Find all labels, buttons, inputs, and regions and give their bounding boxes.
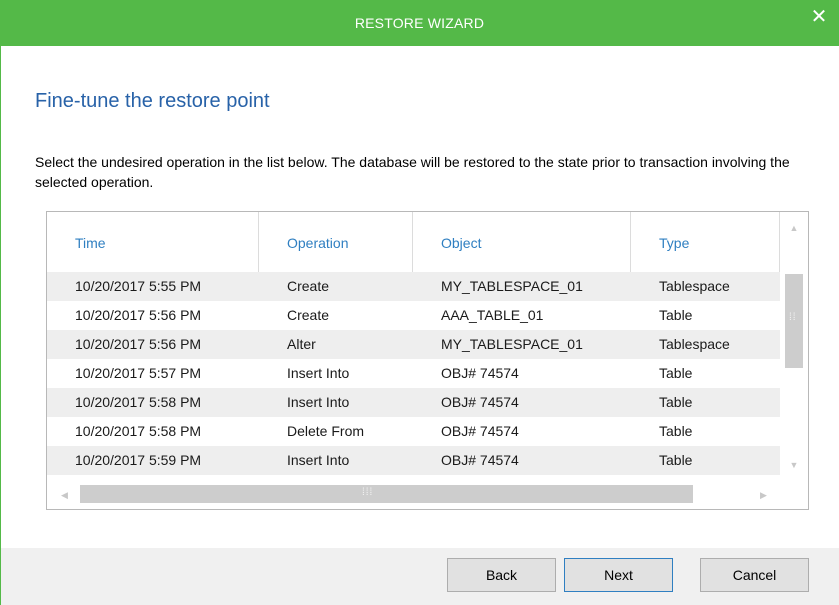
horizontal-scrollbar[interactable]: ◀ ⁞⁞⁞ ▶ — [47, 481, 780, 509]
window-border — [0, 46, 1, 605]
table-row[interactable]: 10/20/2017 5:56 PM Alter MY_TABLESPACE_01 T… — [47, 330, 780, 359]
cell-operation: Delete From — [287, 423, 365, 439]
cell-operation: Insert Into — [287, 394, 350, 410]
column-header-operation[interactable]: Operation — [259, 212, 413, 272]
cell-object: OBJ# 74574 — [441, 365, 519, 381]
table-row[interactable]: 10/20/2017 5:55 PM Create MY_TABLESPACE_01… — [47, 272, 780, 301]
table-row[interactable]: 10/20/2017 5:57 PM Insert Into OBJ# 74574 T… — [47, 359, 780, 388]
cell-type: Tablespace — [659, 278, 730, 294]
cell-operation: Alter — [287, 336, 316, 352]
table-row[interactable]: 10/20/2017 5:58 PM Insert Into OBJ# 74574 T… — [47, 388, 780, 417]
cell-type: Table — [659, 452, 693, 468]
cell-type: Table — [659, 423, 693, 439]
table-header: Time Operation Object Type — [47, 212, 780, 272]
cell-time: 10/20/2017 5:58 PM — [75, 423, 202, 439]
next-button[interactable]: Next — [564, 558, 673, 592]
title-bar: RESTORE WIZARD ✕ — [0, 0, 839, 46]
cell-type: Table — [659, 365, 693, 381]
cell-time: 10/20/2017 5:58 PM — [75, 394, 202, 410]
cell-type: Table — [659, 394, 693, 410]
table-row[interactable]: 10/20/2017 5:56 PM Create AAA_TABLE_01 Tabl… — [47, 301, 780, 330]
vertical-scroll-thumb[interactable]: ⁞⁞ — [785, 274, 803, 368]
window-title: RESTORE WIZARD — [354, 15, 485, 31]
column-header-object[interactable]: Object — [413, 212, 631, 272]
page-title: Fine-tune the restore point — [35, 90, 270, 112]
back-button[interactable]: Back — [447, 558, 556, 592]
restore-wizard-window: RESTORE WIZARD ✕ Fine-tune the restore p… — [0, 0, 839, 605]
cell-operation: Insert Into — [287, 365, 350, 381]
cell-object: AAA_TABLE_01 — [441, 307, 544, 323]
grip-icon: ⁞⁞⁞ — [362, 487, 374, 498]
cell-time: 10/20/2017 5:56 PM — [75, 336, 202, 352]
cell-operation: Insert Into — [287, 452, 350, 468]
cell-object: OBJ# 74574 — [441, 423, 519, 439]
page-description: Select the undesired operation in the li… — [35, 154, 790, 190]
cell-operation: Create — [287, 307, 330, 323]
cell-time: 10/20/2017 5:57 PM — [75, 365, 202, 381]
scroll-right-arrow-icon[interactable]: ▶ — [760, 481, 776, 509]
grip-icon: ⁞⁞ — [789, 312, 797, 323]
cancel-button[interactable]: Cancel — [700, 558, 809, 592]
operations-table[interactable]: Time Operation Object Type 10/20/2017 5:… — [46, 211, 809, 510]
horizontal-scroll-thumb[interactable]: ⁞⁞⁞ — [80, 485, 693, 503]
scroll-down-arrow-icon[interactable]: ▼ — [780, 453, 808, 477]
cell-object: MY_TABLESPACE_01 — [441, 336, 583, 352]
table-row[interactable]: 10/20/2017 5:58 PM Delete From OBJ# 74574 T… — [47, 417, 780, 446]
table-row[interactable]: 10/20/2017 5:59 PM Insert Into OBJ# 74574 T… — [47, 446, 780, 475]
column-header-type[interactable]: Type — [631, 212, 780, 272]
cell-type: Table — [659, 307, 693, 323]
cell-object: OBJ# 74574 — [441, 394, 519, 410]
vertical-scrollbar[interactable]: ▲ ⁞⁞ ▼ — [780, 212, 808, 481]
cell-time: 10/20/2017 5:59 PM — [75, 452, 202, 468]
scroll-up-arrow-icon[interactable]: ▲ — [780, 212, 808, 244]
cell-time: 10/20/2017 5:56 PM — [75, 307, 202, 323]
column-header-time[interactable]: Time — [47, 212, 259, 272]
cell-object: MY_TABLESPACE_01 — [441, 278, 583, 294]
cell-time: 10/20/2017 5:55 PM — [75, 278, 202, 294]
cell-operation: Create — [287, 278, 330, 294]
cell-object: OBJ# 74574 — [441, 452, 519, 468]
cell-type: Tablespace — [659, 336, 730, 352]
close-icon[interactable]: ✕ — [805, 4, 833, 30]
scroll-left-arrow-icon[interactable]: ◀ — [61, 481, 77, 509]
